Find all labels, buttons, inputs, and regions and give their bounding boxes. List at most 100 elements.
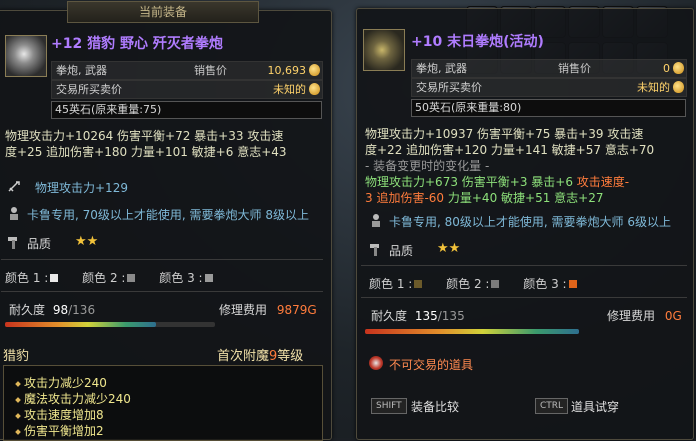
trade-label: 交易所买卖价 [416,81,482,94]
durability-label: 耐久度 [9,303,46,317]
divider [361,297,687,298]
price-label: 销售价 [558,62,591,75]
durability-current: 98 [52,303,69,317]
ctrl-key: CTRL [535,398,569,414]
current-equipment-tab: 当前装备 [67,1,259,23]
untradeable-label: 不可交易的道具 [389,358,474,372]
durability: 耐久度 98/136 [9,301,95,318]
color-row: 颜色 1 : 颜色 2 : 颜色 3 : [5,269,215,286]
trade-label: 交易所买卖价 [56,83,122,96]
quality-stars: ★★ [437,241,461,256]
gold-coin-icon [673,81,684,93]
repair-unit: G [307,303,317,317]
divider [1,259,323,260]
color2-label: 颜色 2 : [82,271,126,285]
gold-coin-icon [673,62,684,74]
repair-cost: 修理费用 9879G [219,301,317,318]
color3-label: 颜色 3 : [523,277,567,291]
color1-label: 颜色 1 : [5,271,49,285]
change-positive-1: 物理攻击力+673 伤害平衡+3 暴击+6 [365,175,577,189]
repair-cost: 修理费用 0G [607,307,682,324]
enchant-suffix: 等级 [277,349,304,364]
set-effects-box: 攻击力减少240 魔法攻击力减少240 攻击速度增加8 伤害平衡增加2 [3,365,323,441]
repair-label: 修理费用 [219,303,268,317]
price-label: 销售价 [194,64,227,77]
color1-label: 颜色 1 : [369,277,413,291]
change-negative-2: 3 追加伤害-60 [365,191,448,205]
type-price-row: 拳炮, 武器 销售价 0 [411,59,687,78]
trade-price-row: 交易所买卖价 未知的 [51,80,323,99]
trade-value: 未知的 [637,81,670,94]
gold-coin-icon [309,83,320,95]
stats-line-1: 物理攻击力+10264 伤害平衡+72 暴击+33 攻击速 [5,129,284,143]
set-name: 猎豹 [3,349,30,364]
effect-item: 攻击力减少240 [15,374,107,391]
repair-unit: G [672,309,682,323]
trade-value: 未知的 [273,83,306,96]
price-value: 0 [663,62,670,75]
durability: 耐久度 135/135 [371,307,465,324]
requirement: 卡鲁专用, 80级以上才能使用, 需要拳炮大师 6级以上 [389,215,671,229]
stats-line-2: 度+22 追加伤害+120 力量+141 敏捷+57 意志+70 [365,143,655,157]
trade-price-row: 交易所买卖价 未知的 [411,78,687,97]
change-header: - 装备变更时的变化量 - [365,159,490,173]
requirement: 卡鲁专用, 70级以上才能使用, 需要拳炮大师 8级以上 [27,208,309,222]
shift-key: SHIFT [371,398,407,414]
item-type: 拳炮, 武器 [56,64,107,77]
quality-label: 品质 [389,244,414,258]
effect-item: 攻击速度增加8 [15,406,104,423]
durability-current: 135 [414,309,438,323]
stats-line-2: 度+25 追加伤害+180 力量+101 敏捷+6 意志+43 [5,145,287,159]
price-value: 10,693 [267,64,307,77]
durability-bar [365,329,579,334]
color3-swatch [204,273,213,282]
item-icon [5,35,47,77]
color2-label: 颜色 2 : [446,277,490,291]
color1-swatch [50,273,59,282]
quality-hammer-icon [7,235,21,249]
compare-item-tooltip: +10 末日拳炮(活动) 拳炮, 武器 销售价 0 交易所买卖价 未知的 50英… [356,8,694,440]
durability-max: /135 [437,309,465,323]
stats-line-1: 物理攻击力+10937 伤害平衡+75 暴击+39 攻击速 [365,127,644,141]
compare-label[interactable]: 装备比较 [411,398,459,415]
gold-coin-icon [309,64,320,76]
durability-label: 耐久度 [371,309,408,323]
divider [361,265,687,266]
divider [1,291,323,292]
change-positive-2: 力量+40 敏捷+51 意志+27 [447,191,604,205]
enchant-prefix: 首次附魔 [217,349,270,364]
color3-label: 颜色 3 : [159,271,203,285]
quality-label: 品质 [27,237,52,251]
no-trade-icon [369,356,383,370]
repair-value: 9879 [276,303,308,317]
item-type: 拳炮, 武器 [416,62,467,75]
weight-box: 50英石(原来重量:80) [411,99,686,117]
current-equipment-tooltip: 当前装备 +12 猎豹 野心 歼灭者拳炮 拳炮, 武器 销售价 10,693 交… [0,1,332,441]
effect-item: 魔法攻击力减少240 [15,390,131,407]
change-negative-1: 攻击速度- [576,175,630,189]
color2-swatch [127,273,136,282]
enchant-info: 首次附魔9等级 [217,345,303,364]
character-icon [369,213,383,227]
item-icon [363,29,405,71]
repair-label: 修理费用 [607,309,656,323]
durability-track [5,322,215,327]
color1-swatch [414,279,423,288]
durability-bar [5,322,156,327]
quality-hammer-icon [369,242,383,256]
quality-stars: ★★ [75,234,99,249]
type-price-row: 拳炮, 武器 销售价 10,693 [51,61,323,80]
item-title: +10 末日拳炮(活动) [411,34,544,50]
color3-swatch [568,279,577,288]
color-row: 颜色 1 : 颜色 2 : 颜色 3 : [369,275,579,292]
durability-track [365,329,579,334]
character-icon [7,206,21,220]
item-title: +12 猎豹 野心 歼灭者拳炮 [51,36,223,52]
durability-max: /136 [68,303,96,317]
weight-box: 45英石(原来重量:75) [51,101,322,119]
sword-icon [7,179,21,193]
extra-stat: 物理攻击力+129 [35,181,128,195]
stats-block: 物理攻击力+10264 伤害平衡+72 暴击+33 攻击速 度+25 追加伤害+… [5,128,331,160]
tryon-label[interactable]: 道具试穿 [571,398,619,415]
stats-block: 物理攻击力+10937 伤害平衡+75 暴击+39 攻击速 度+22 追加伤害+… [365,126,691,206]
